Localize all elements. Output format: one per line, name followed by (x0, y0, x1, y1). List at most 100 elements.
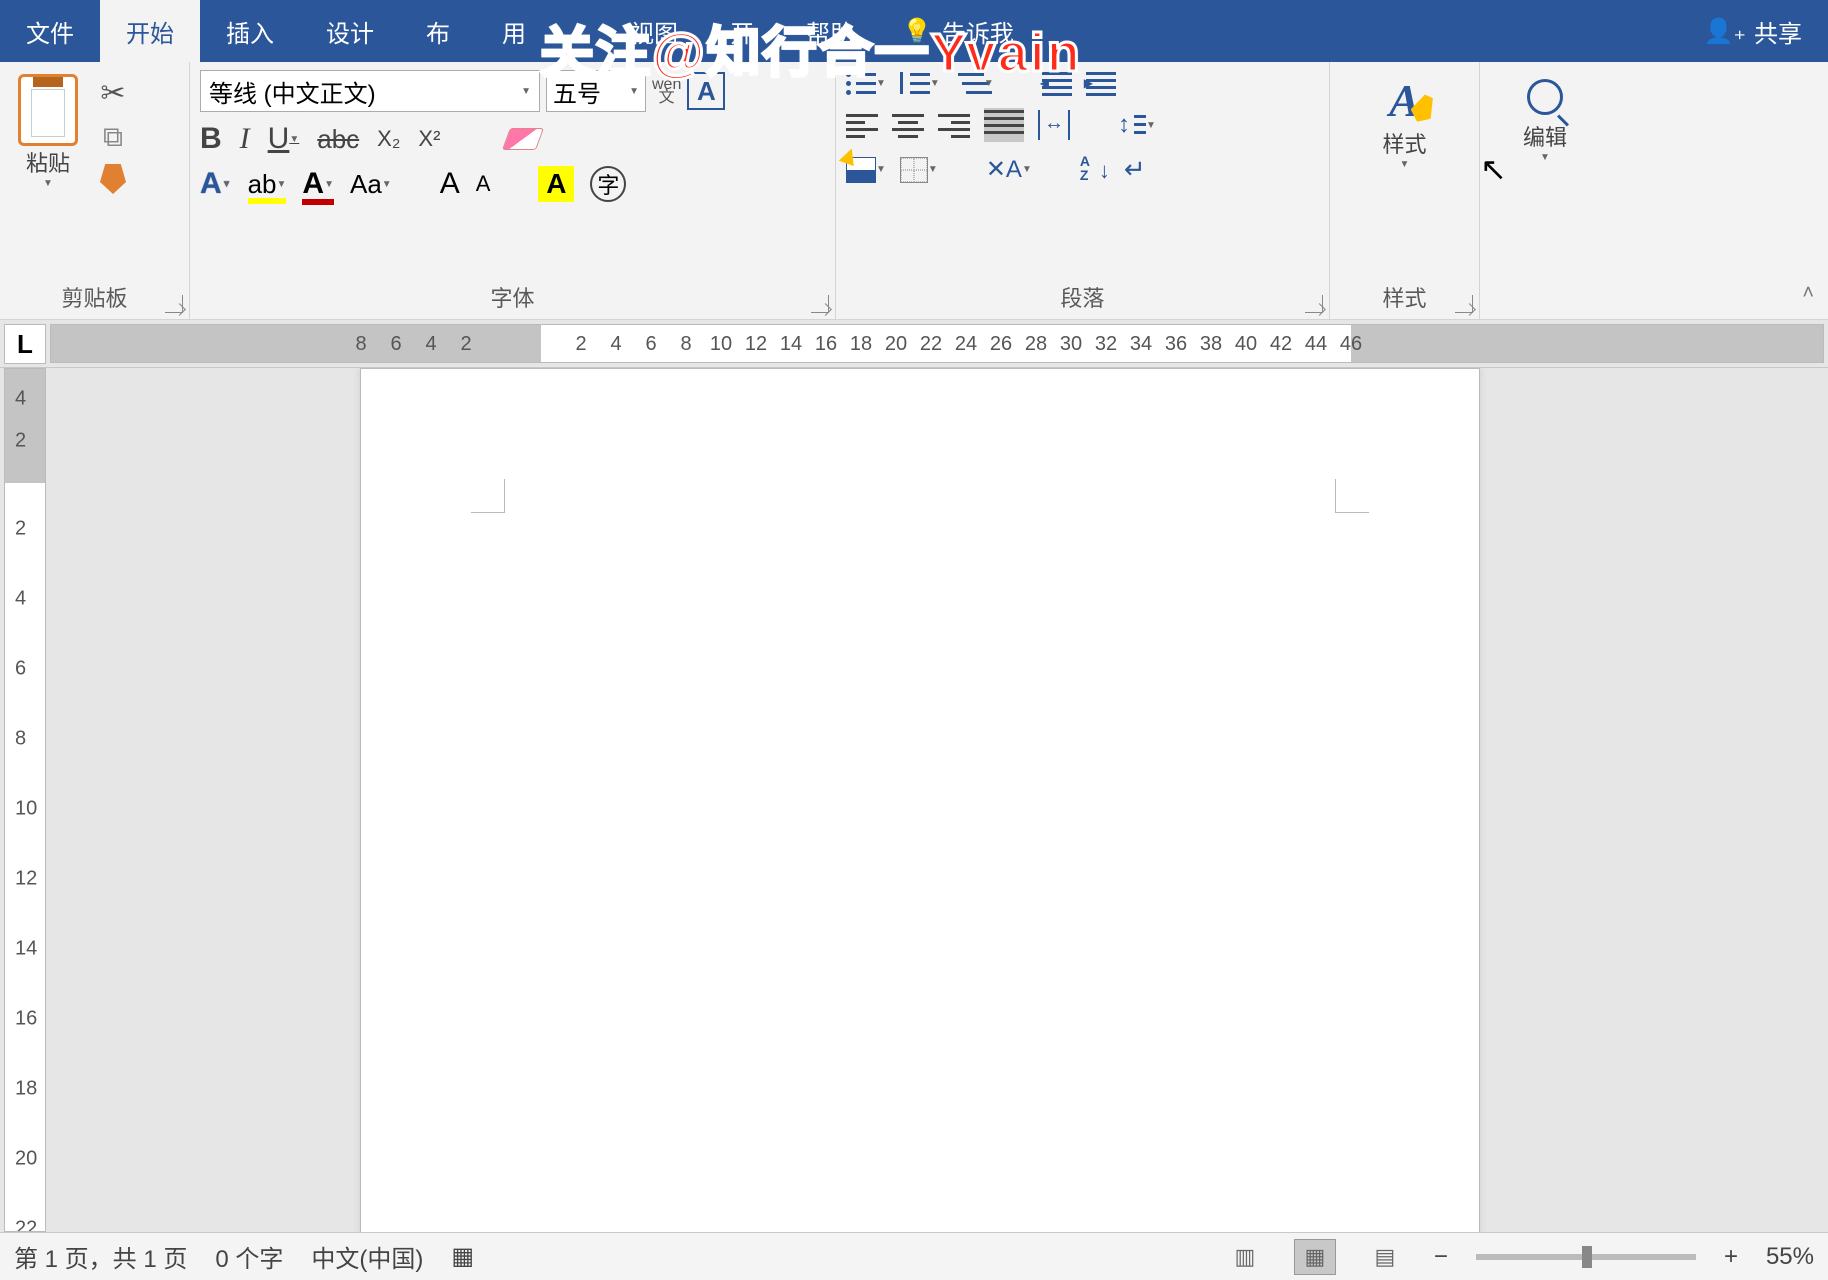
ruler-tick: 2 (460, 333, 471, 356)
superscript-button[interactable]: X² (418, 126, 440, 152)
sort-button[interactable] (1080, 156, 1110, 184)
scissors-icon: ✂ (100, 76, 125, 111)
line-spacing-button[interactable]: ▼ (1118, 111, 1156, 139)
char-shading-button[interactable]: A (538, 166, 574, 202)
highlight-button[interactable]: ab ▼ (248, 169, 287, 200)
format-painter-button[interactable] (100, 164, 126, 194)
numbering-button[interactable]: ▼ (900, 70, 940, 96)
page-indicator[interactable]: 第 1 页，共 1 页 (14, 1239, 187, 1274)
ruler-tick: 46 (1340, 333, 1362, 356)
ruler-tick: 20 (15, 1148, 37, 1171)
align-justify-button[interactable] (984, 108, 1024, 142)
paste-label: 粘贴 (26, 146, 70, 178)
borders-icon (900, 157, 928, 183)
ruler-tick: 8 (355, 333, 366, 356)
align-center-button[interactable] (892, 112, 924, 138)
decrease-indent-button[interactable] (1042, 70, 1072, 96)
margin-corner-icon (1335, 479, 1369, 513)
tab-references[interactable]: 用 (476, 0, 552, 62)
italic-button[interactable]: I (240, 122, 250, 156)
text-effects-button[interactable]: A ▼ (200, 167, 232, 201)
print-layout-button[interactable]: ▦ (1294, 1239, 1336, 1275)
text-direction-button[interactable]: ✕A▼ (986, 155, 1032, 184)
line-spacing-icon (1118, 111, 1146, 139)
show-marks-button[interactable]: ↵ (1124, 154, 1146, 185)
tab-selector[interactable]: L (4, 324, 46, 364)
tell-me[interactable]: 💡 告诉我 (880, 0, 1036, 62)
ruler-tick: 38 (1200, 333, 1222, 356)
zoom-in-button[interactable]: + (1724, 1243, 1738, 1271)
bold-button[interactable]: B (200, 122, 222, 156)
find-button[interactable]: 编辑 ▼ (1515, 70, 1575, 281)
font-color-button[interactable]: A ▼ (302, 167, 334, 201)
phonetic-guide-button[interactable]: wén文 (652, 78, 681, 104)
person-plus-icon: 👤₊ (1703, 17, 1746, 46)
borders-button[interactable]: ▼ (900, 157, 938, 183)
share-button[interactable]: 👤₊ 共享 (1677, 0, 1828, 62)
shrink-font-button[interactable]: A (476, 171, 491, 197)
web-layout-button[interactable]: ▤ (1364, 1239, 1406, 1275)
read-mode-button[interactable]: ▥ (1224, 1239, 1266, 1275)
font-name-value: 等线 (中文正文) (209, 74, 376, 109)
tab-help[interactable]: 帮助 (780, 0, 880, 62)
zoom-slider[interactable] (1476, 1254, 1696, 1260)
bullets-button[interactable]: ▼ (846, 70, 886, 96)
ruler-tick: 4 (425, 333, 436, 356)
word-count[interactable]: 0 个字 (215, 1239, 283, 1274)
tab-file[interactable]: 文件 (0, 0, 100, 62)
group-label-font: 字体 (200, 275, 825, 313)
paragraph-launcher[interactable] (1305, 295, 1323, 313)
ruler-tick: 12 (15, 868, 37, 891)
tab-view[interactable]: 视图 (604, 0, 704, 62)
zoom-level[interactable]: 55% (1766, 1243, 1814, 1271)
char-border-button[interactable]: A (687, 72, 725, 110)
chevron-down-icon: ▼ (43, 178, 53, 189)
ruler-tick: 24 (955, 333, 977, 356)
tab-mailings[interactable] (552, 0, 604, 62)
grow-font-button[interactable]: A (440, 167, 460, 201)
styles-launcher[interactable] (1455, 295, 1473, 313)
distributed-button[interactable] (1038, 110, 1070, 140)
change-case-button[interactable]: Aa ▼ (350, 169, 392, 200)
align-left-button[interactable] (846, 112, 878, 138)
ruler-row: L 86422468101214161820222426283032343638… (0, 320, 1828, 368)
font-launcher[interactable] (811, 295, 829, 313)
cut-button[interactable]: ✂ (100, 76, 126, 111)
group-paragraph: ▼ ▼ ▼ ▼ ▼ ▼ ✕A▼ (836, 62, 1330, 319)
editing-label: 编辑 (1523, 120, 1567, 152)
font-size-selector[interactable]: 五号 ▼ (546, 70, 646, 112)
horizontal-ruler[interactable]: 8642246810121416182022242628303234363840… (50, 324, 1824, 363)
underline-button[interactable]: U ▼ (268, 122, 300, 156)
clear-format-button[interactable] (506, 128, 540, 150)
zoom-out-button[interactable]: − (1434, 1243, 1448, 1271)
subscript-button[interactable]: X₂ (377, 126, 400, 152)
align-right-button[interactable] (938, 112, 970, 138)
shading-button[interactable]: ▼ (846, 157, 886, 183)
ruler-tick: 6 (390, 333, 401, 356)
numbering-icon (900, 70, 930, 96)
tab-layout[interactable]: 布 (400, 0, 476, 62)
tab-insert[interactable]: 插入 (200, 0, 300, 62)
font-name-selector[interactable]: 等线 (中文正文) ▼ (200, 70, 540, 112)
ribbon: 粘贴 ▼ ✂ ⧉ 剪贴板 等线 (中文正文) ▼ 五号 (0, 62, 1828, 320)
enclose-char-button[interactable]: 字 (590, 166, 626, 202)
clipboard-launcher[interactable] (165, 295, 183, 313)
page[interactable] (360, 368, 1480, 1232)
multilevel-button[interactable]: ▼ (954, 70, 994, 96)
tab-developer[interactable]: 开 (704, 0, 780, 62)
strikethrough-button[interactable]: abc (317, 124, 359, 155)
language-indicator[interactable]: 中文(中国) (311, 1239, 423, 1274)
vertical-ruler[interactable]: 42246810121416182022 (4, 368, 46, 1232)
document-canvas[interactable] (50, 368, 1828, 1232)
collapse-ribbon-button[interactable]: ˄ (1802, 282, 1814, 305)
ruler-tick: 10 (15, 798, 37, 821)
paste-button[interactable]: 粘贴 ▼ (10, 70, 86, 193)
increase-indent-button[interactable] (1086, 70, 1116, 96)
styles-button[interactable]: A 样式 ▼ (1374, 70, 1434, 275)
macro-icon[interactable]: ▦ (451, 1242, 474, 1271)
char-border-icon: A (687, 72, 725, 110)
ruler-tick: 4 (15, 388, 26, 411)
copy-button[interactable]: ⧉ (100, 121, 126, 154)
tab-design[interactable]: 设计 (300, 0, 400, 62)
tab-home[interactable]: 开始 (100, 0, 200, 62)
